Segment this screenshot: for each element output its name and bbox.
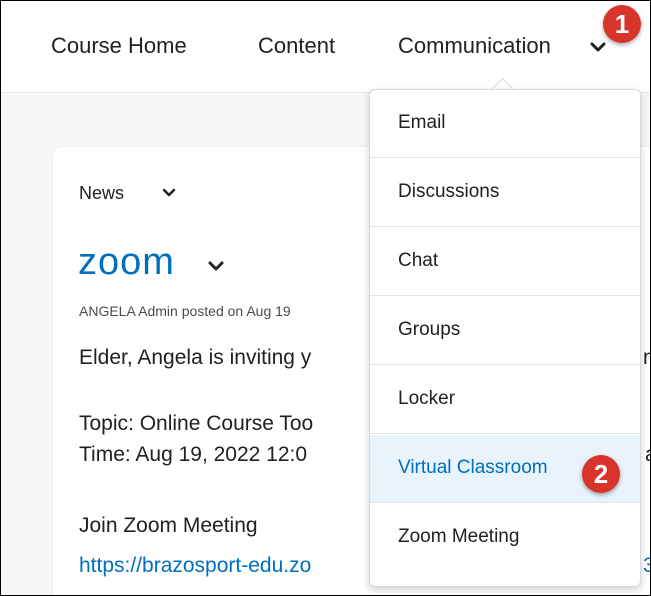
menu-item-label: Chat — [398, 250, 439, 271]
news-body-line: Time: Aug 19, 2022 12:0 — [79, 443, 308, 466]
menu-item-zoom-meeting[interactable]: Zoom Meeting — [370, 504, 640, 572]
menu-item-groups[interactable]: Groups — [370, 297, 640, 365]
step-badge-2: 2 — [582, 455, 620, 493]
news-link-fragment[interactable]: 3 — [643, 554, 650, 578]
news-body-line: Join Zoom Meeting — [79, 514, 258, 537]
step-badge-1: 1 — [603, 5, 641, 43]
news-item-title[interactable]: zoom — [78, 241, 175, 284]
news-body-line: Elder, Angela is inviting y — [79, 346, 312, 369]
menu-item-discussions[interactable]: Discussions — [370, 159, 640, 227]
menu-item-label: Locker — [398, 388, 456, 409]
menu-item-label: Virtual Classroom — [398, 457, 548, 478]
nav-communication[interactable]: Communication — [398, 33, 551, 59]
menu-item-chat[interactable]: Chat — [370, 228, 640, 296]
menu-item-email[interactable]: Email — [370, 90, 640, 158]
news-body-fragment: n — [643, 346, 650, 370]
menu-item-label: Email — [398, 112, 446, 133]
zoom-meeting-link[interactable]: https://brazosport-edu.zo — [79, 554, 311, 578]
browser-viewport: Course Home Content Communication News z… — [0, 0, 651, 596]
news-body-line: Topic: Online Course Too — [79, 412, 314, 435]
nav-course-home[interactable]: Course Home — [51, 33, 187, 59]
nav-content[interactable]: Content — [258, 33, 335, 59]
menu-item-locker[interactable]: Locker — [370, 366, 640, 434]
chevron-down-icon[interactable] — [589, 41, 607, 53]
news-widget-title: News — [79, 183, 125, 203]
menu-item-label: Groups — [398, 319, 461, 340]
menu-item-label: Discussions — [398, 181, 500, 202]
chevron-down-icon[interactable] — [206, 259, 226, 273]
menu-item-label: Zoom Meeting — [398, 526, 520, 547]
chevron-down-icon[interactable] — [161, 187, 177, 199]
course-navbar: Course Home Content Communication — [1, 1, 650, 93]
communication-dropdown-menu: Email Discussions Chat Groups Locker Vir… — [369, 89, 641, 587]
news-body-fragment: a — [645, 443, 650, 467]
news-item-meta: ANGELA Admin posted on Aug 19 — [79, 303, 291, 319]
